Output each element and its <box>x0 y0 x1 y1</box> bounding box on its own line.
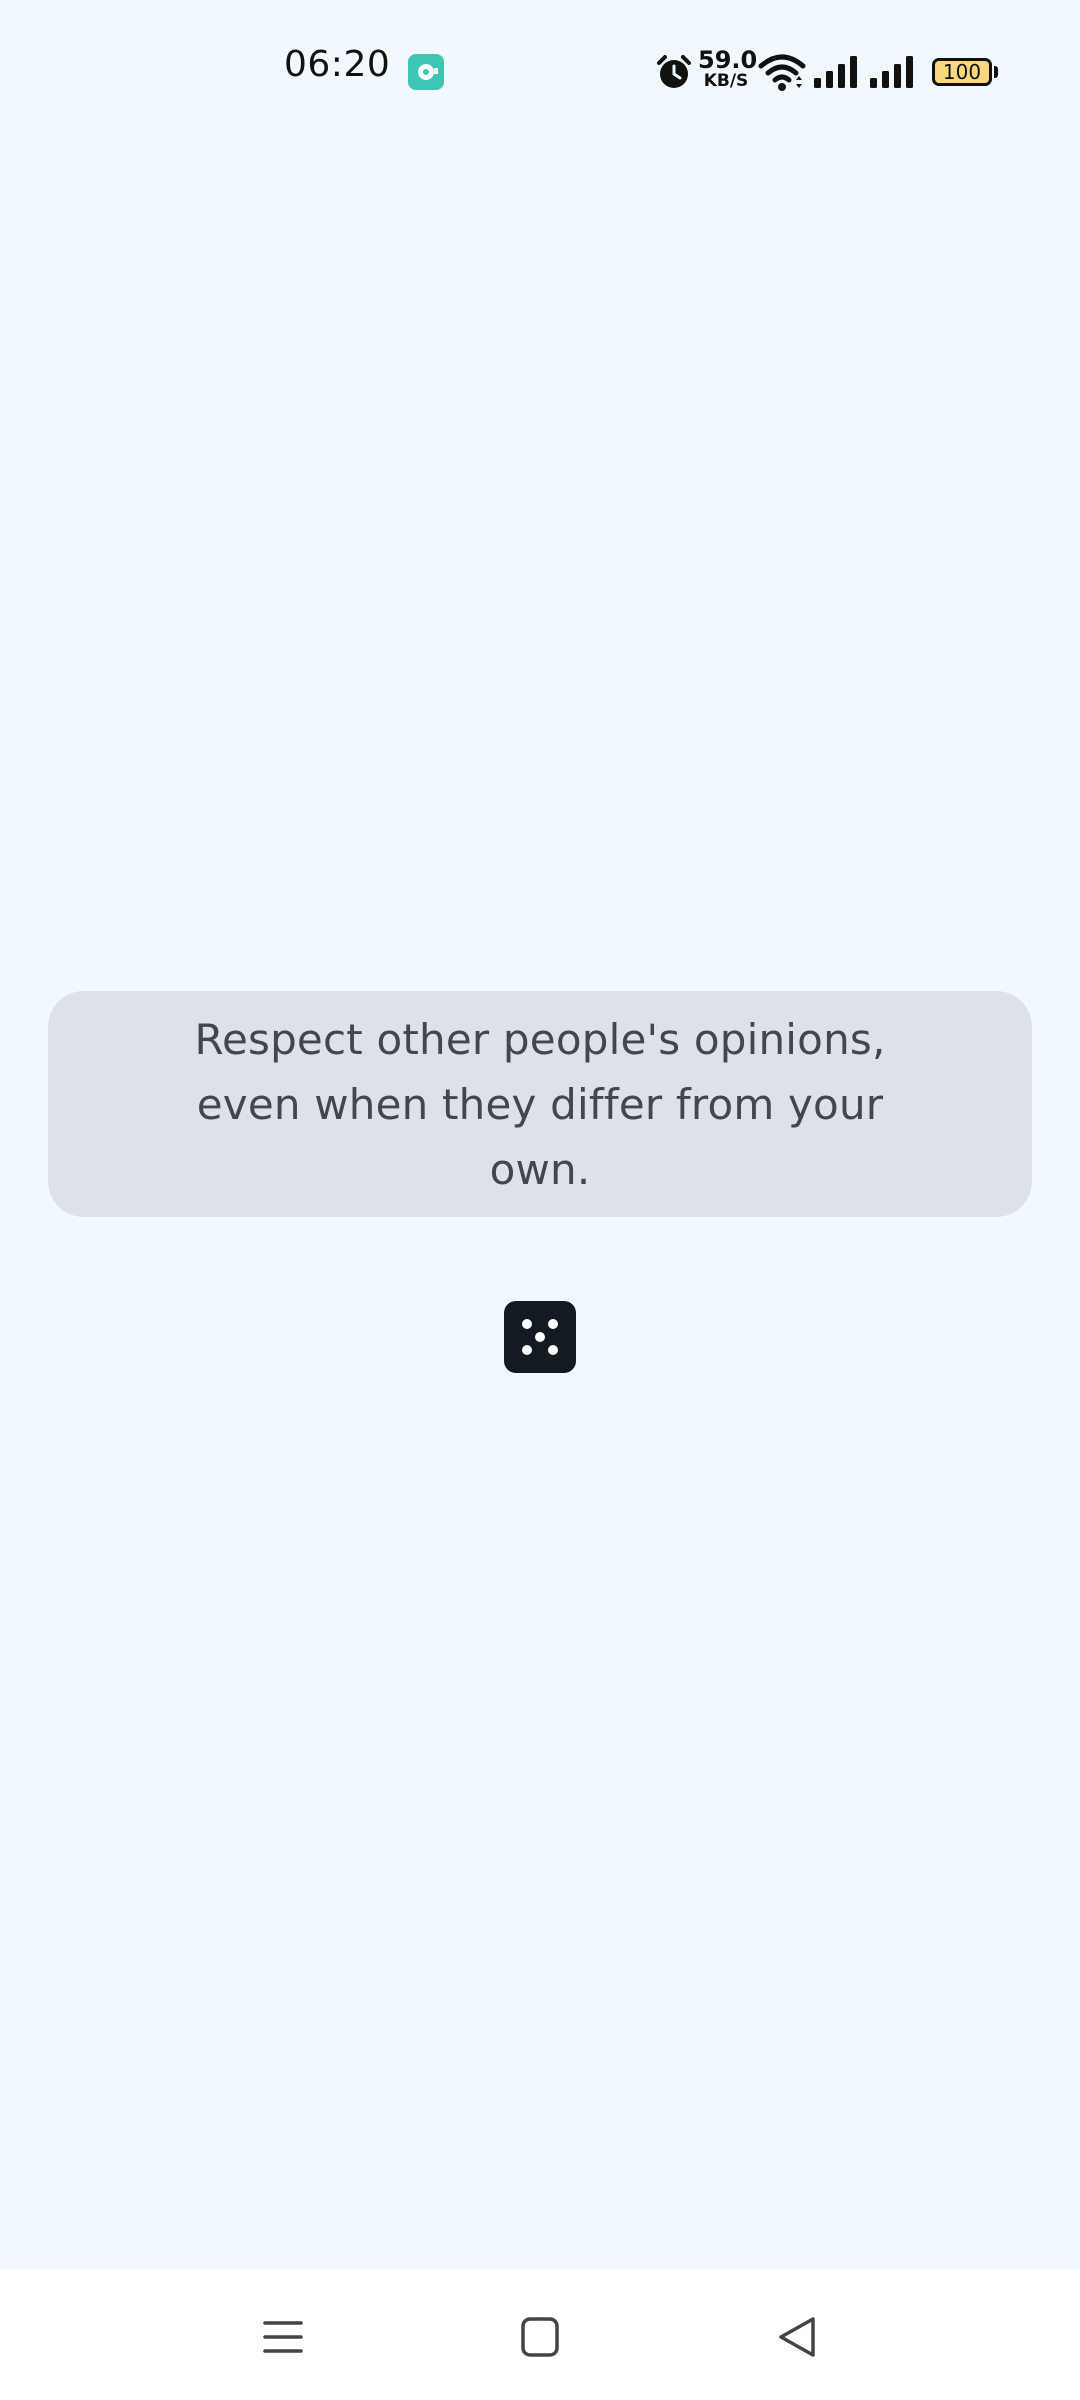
network-speed-unit: KB/S <box>703 71 749 91</box>
quote-card: Respect other people's opinions, even wh… <box>48 991 1032 1217</box>
random-quote-button[interactable] <box>504 1301 576 1373</box>
battery-tip <box>994 66 998 78</box>
home-icon <box>521 2317 559 2357</box>
back-button[interactable] <box>763 2302 833 2372</box>
network-speed: 59.0 KB/S <box>698 46 758 91</box>
dice-pip <box>522 1319 532 1329</box>
menu-icon <box>263 2321 303 2353</box>
quote-text: Respect other people's opinions, even wh… <box>194 1014 886 1194</box>
recent-apps-button[interactable] <box>248 2302 318 2372</box>
app-screen: 06:20 59.0 KB/S 100 Respect other people… <box>0 0 1080 2400</box>
dice-pip <box>548 1319 558 1329</box>
alarm-icon <box>657 55 691 88</box>
network-speed-value: 59.0 <box>698 46 758 74</box>
home-button[interactable] <box>505 2302 575 2372</box>
dice-pip <box>522 1345 532 1355</box>
navigation-bar <box>0 2270 1080 2400</box>
status-bar: 06:20 59.0 KB/S 100 <box>0 0 1080 140</box>
dice-pip <box>548 1345 558 1355</box>
battery-level: 100 <box>942 60 982 84</box>
dice-icon <box>504 1301 576 1373</box>
app-notification-icon <box>408 54 444 90</box>
dice-pip <box>535 1332 545 1342</box>
status-time: 06:20 <box>284 44 391 85</box>
wifi-icon <box>758 54 806 91</box>
back-icon <box>779 2317 815 2357</box>
signal-icon <box>870 56 913 88</box>
signal-icon <box>814 56 857 88</box>
